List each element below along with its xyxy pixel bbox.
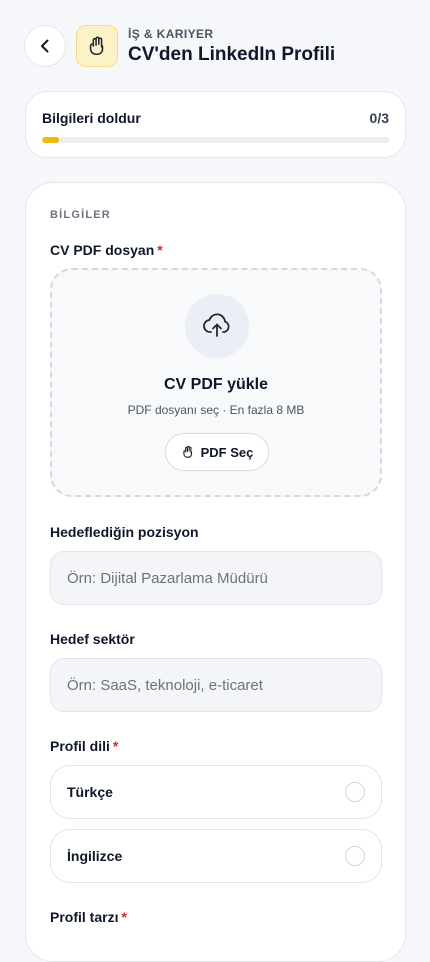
select-pdf-button[interactable]: PDF Seç bbox=[165, 433, 269, 471]
language-label: Profil dili * bbox=[50, 737, 118, 755]
language-option-english[interactable]: İngilizce bbox=[50, 829, 382, 883]
hand-icon bbox=[89, 36, 104, 56]
progress-bar bbox=[42, 137, 389, 143]
radio-circle[interactable] bbox=[345, 846, 365, 866]
select-pdf-button-label: PDF Seç bbox=[200, 444, 254, 460]
progress-bar-fill bbox=[42, 137, 60, 143]
language-option-label: İngilizce bbox=[67, 848, 123, 864]
position-label: Hedeflediğin pozisyon bbox=[50, 524, 199, 540]
section-title: BİLGİLER bbox=[50, 209, 111, 221]
language-option-turkish[interactable]: Türkçe bbox=[50, 765, 382, 819]
language-label-text: Profil dili bbox=[50, 738, 110, 754]
header-text: İŞ & KARIYER CV'den LinkedIn Profili bbox=[128, 26, 335, 66]
cv-pdf-label: CV PDF dosyan * bbox=[50, 241, 163, 259]
hand-pointer-icon bbox=[182, 445, 192, 458]
upload-title: CV PDF yükle bbox=[163, 376, 269, 393]
form-card: BİLGİLER CV PDF dosyan * CV PDF yükle PDF… bbox=[25, 182, 406, 962]
upload-icon-circle bbox=[185, 294, 249, 358]
radio-circle[interactable] bbox=[345, 782, 365, 802]
language-option-label: Türkçe bbox=[67, 784, 113, 800]
style-label: Profil tarzı * bbox=[50, 908, 127, 926]
style-label-text: Profil tarzı bbox=[50, 909, 119, 925]
page-title: CV'den LinkedIn Profili bbox=[128, 44, 336, 65]
category-label: İŞ & KARIYER bbox=[128, 27, 214, 41]
back-button[interactable] bbox=[24, 25, 66, 67]
required-marker: * bbox=[157, 242, 163, 258]
cloud-upload-icon bbox=[203, 313, 230, 337]
required-marker: * bbox=[112, 738, 119, 754]
page-header: İŞ & KARIYER CV'den LinkedIn Profili bbox=[24, 24, 406, 68]
progress-card: Bilgileri doldur 0/3 bbox=[25, 91, 406, 158]
sector-label: Hedef sektör bbox=[50, 631, 135, 647]
sector-input[interactable] bbox=[50, 658, 382, 712]
position-input[interactable] bbox=[50, 551, 382, 605]
upload-hint: PDF dosyanı seç · En fazla 8 MB bbox=[127, 403, 305, 417]
progress-count: 0/3 bbox=[369, 110, 389, 126]
app-icon bbox=[76, 25, 118, 67]
required-marker: * bbox=[121, 909, 127, 925]
cv-pdf-label-text: CV PDF dosyan bbox=[50, 242, 155, 258]
progress-label: Bilgileri doldur bbox=[42, 110, 141, 126]
chevron-left-icon bbox=[41, 39, 49, 53]
pdf-dropzone[interactable]: CV PDF yükle PDF dosyanı seç · En fazla … bbox=[50, 268, 382, 497]
progress-row: Bilgileri doldur 0/3 bbox=[42, 109, 389, 127]
